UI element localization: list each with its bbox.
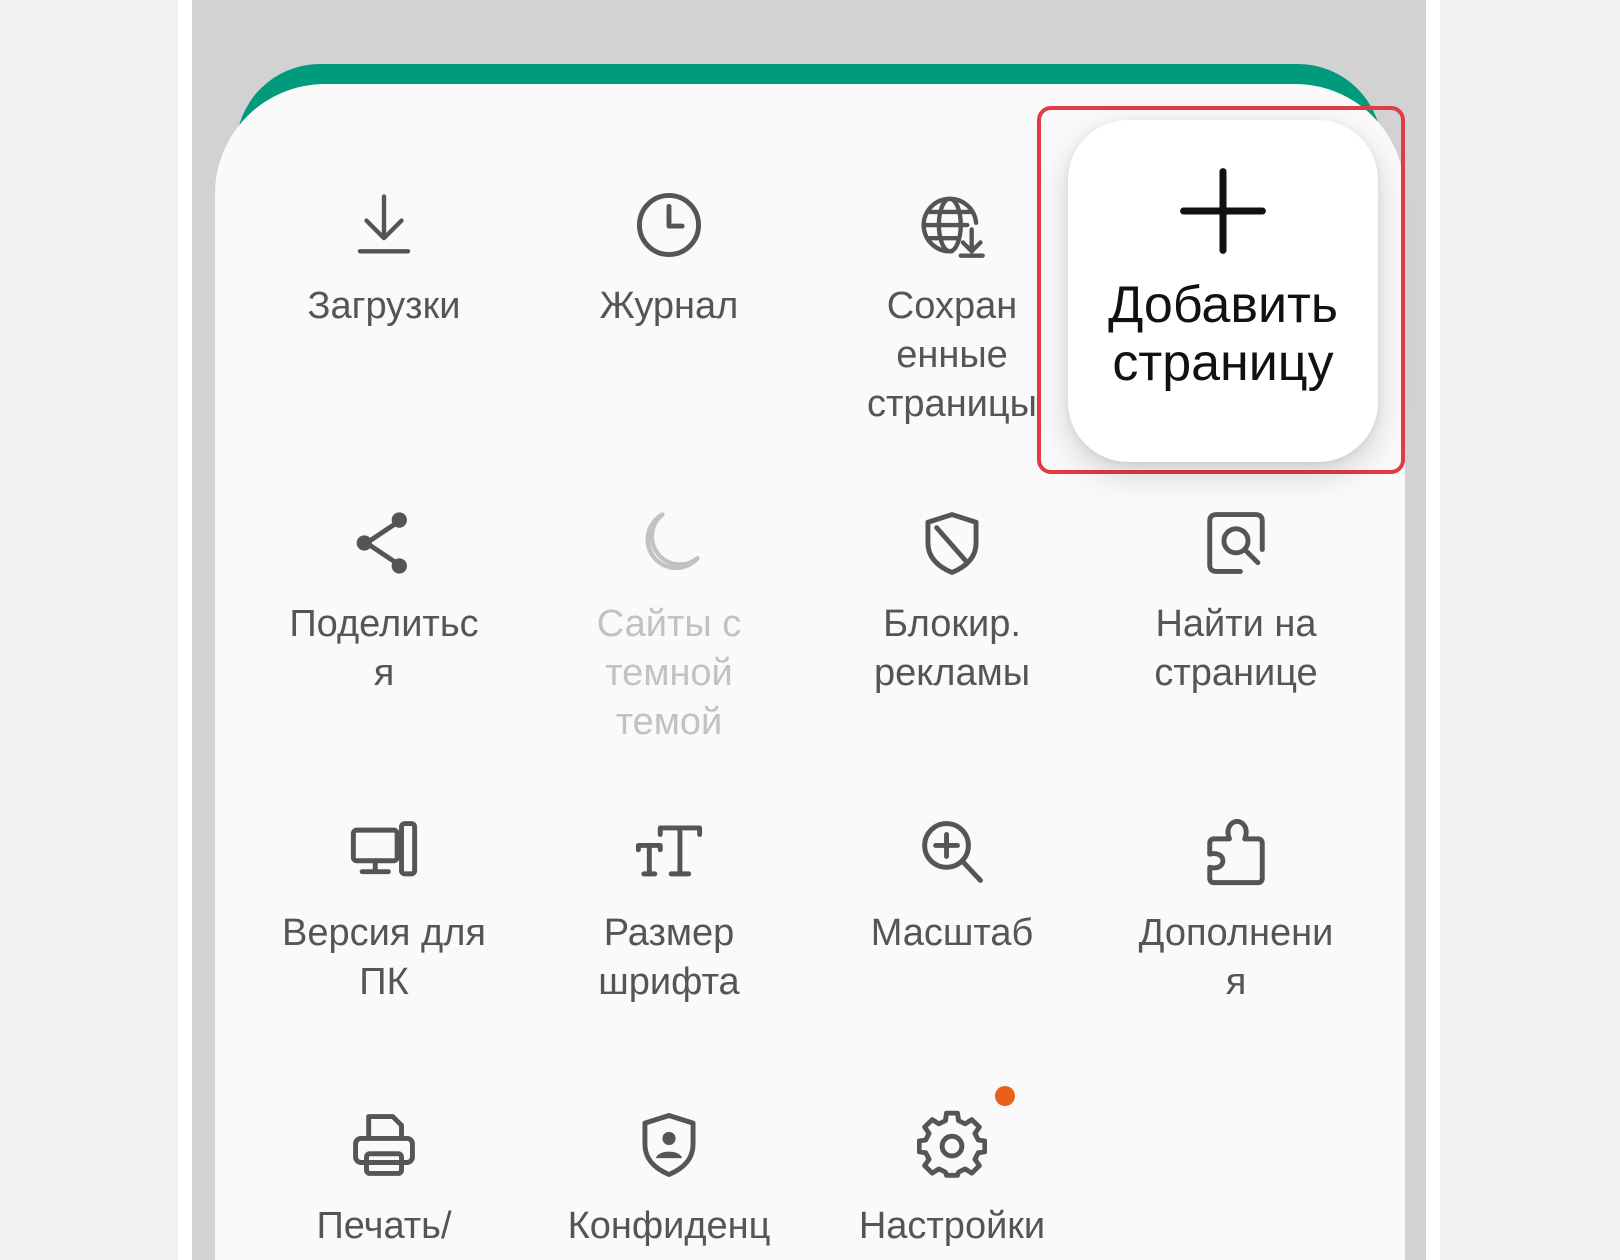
desktop-version-icon xyxy=(347,815,421,889)
settings-gear-icon xyxy=(915,1086,1015,1182)
menu-item-label: Печать/ xyxy=(316,1205,452,1247)
extensions-puzzle-icon xyxy=(1199,815,1273,889)
menu-item-font-size[interactable]: Размер шрифта xyxy=(549,815,789,1007)
add-page-button[interactable]: Добавить страницу xyxy=(1068,120,1378,462)
find-on-page-icon xyxy=(1199,506,1273,580)
privacy-shield-icon xyxy=(632,1108,706,1182)
menu-item-label: Дополнени я xyxy=(1138,912,1334,1003)
menu-item-label: Блокир. рекламы xyxy=(873,603,1031,694)
menu-item-label: Конфиденц xyxy=(567,1205,771,1247)
menu-item-label: Журнал xyxy=(599,285,739,327)
menu-item-zoom[interactable]: Масштаб xyxy=(832,815,1072,958)
font-size-icon xyxy=(632,815,706,889)
screenshot-stage: Загрузки Журнал Сохран енные страницы По… xyxy=(0,0,1620,1260)
dark-mode-moon-icon xyxy=(632,506,706,580)
menu-item-print[interactable]: Печать/ xyxy=(264,1108,504,1251)
menu-item-desktop-version[interactable]: Версия для ПК xyxy=(264,815,504,1007)
menu-item-label: Размер шрифта xyxy=(598,912,740,1003)
menu-item-label: Сохран енные страницы xyxy=(867,285,1037,425)
menu-item-find-on-page[interactable]: Найти на странице xyxy=(1116,506,1356,698)
zoom-icon xyxy=(915,815,989,889)
menu-item-downloads[interactable]: Загрузки xyxy=(264,188,504,331)
notification-dot xyxy=(995,1086,1015,1106)
frame-edge-left xyxy=(178,0,192,1260)
menu-item-dark-mode-sites[interactable]: Сайты с темной темой xyxy=(549,506,789,747)
menu-item-settings[interactable]: Настройки xyxy=(832,1086,1072,1251)
download-icon xyxy=(347,188,421,262)
menu-item-label: Масштаб xyxy=(870,912,1034,954)
menu-item-extensions[interactable]: Дополнени я xyxy=(1116,815,1356,1007)
menu-item-ad-block[interactable]: Блокир. рекламы xyxy=(832,506,1072,698)
menu-item-label: Версия для ПК xyxy=(282,912,486,1003)
menu-item-saved-pages[interactable]: Сохран енные страницы xyxy=(832,188,1072,429)
plus-icon xyxy=(1178,166,1268,256)
share-icon xyxy=(347,506,421,580)
menu-item-label: Настройки xyxy=(858,1205,1046,1247)
menu-item-label: Сайты с темной темой xyxy=(596,603,742,743)
menu-item-privacy[interactable]: Конфиденц xyxy=(549,1108,789,1251)
add-page-label: Добавить страницу xyxy=(1108,276,1338,392)
menu-item-label: Поделитьс я xyxy=(289,603,479,694)
print-icon xyxy=(347,1108,421,1182)
menu-item-share[interactable]: Поделитьс я xyxy=(264,506,504,698)
saved-pages-globe-icon xyxy=(915,188,989,262)
menu-item-label: Найти на странице xyxy=(1154,603,1318,694)
menu-item-history[interactable]: Журнал xyxy=(549,188,789,331)
history-clock-icon xyxy=(632,188,706,262)
menu-item-label: Загрузки xyxy=(307,285,461,327)
ad-block-shield-icon xyxy=(915,506,989,580)
frame-edge-right xyxy=(1426,0,1440,1260)
